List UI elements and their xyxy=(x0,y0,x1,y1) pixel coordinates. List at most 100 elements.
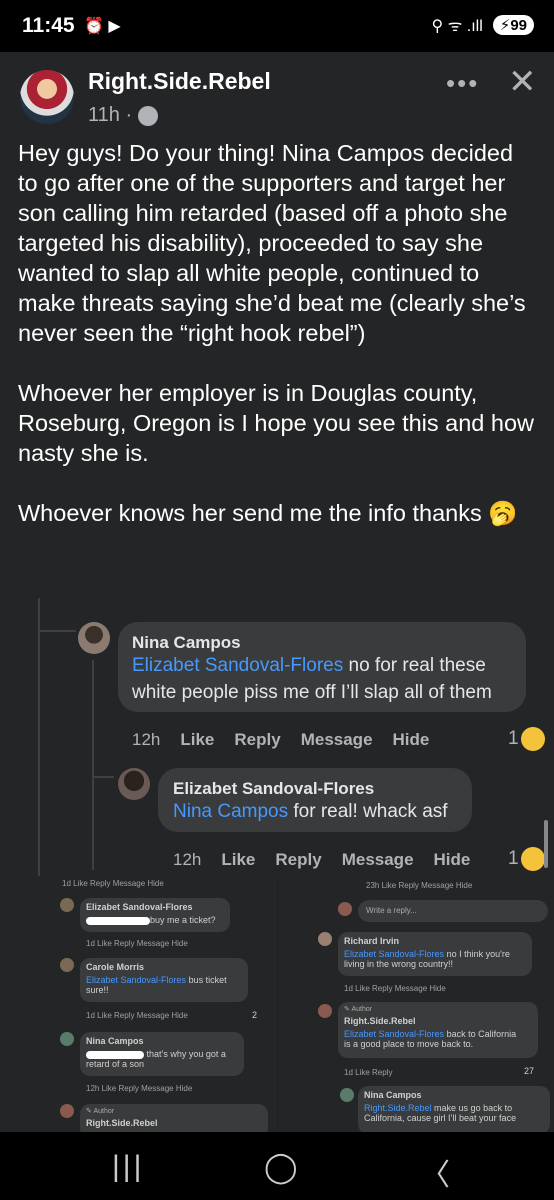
message-button[interactable]: Message xyxy=(342,850,414,870)
globe-icon xyxy=(138,105,159,126)
post-author[interactable]: Right.Side.Rebel xyxy=(88,68,271,95)
mini-badge: ✎ Author xyxy=(344,1006,373,1013)
mini-actions: 1d Like Reply Message Hide xyxy=(62,879,164,888)
signal-icons: ⚲ ᯤ .ıll xyxy=(431,18,483,35)
mini-name: Carole Morris xyxy=(86,962,145,972)
mini-avatar xyxy=(60,1032,74,1046)
mini-actions: 1d Like Reply xyxy=(344,1068,393,1077)
laugh-emoji-icon xyxy=(520,847,545,871)
mini-text-part: is a good place to move back to. xyxy=(344,1039,474,1049)
reaction-number: 1 xyxy=(508,728,519,749)
close-button[interactable]: ✕ xyxy=(508,62,537,102)
mini-text-part: that’s why you got a xyxy=(146,1049,226,1059)
mini-avatar xyxy=(338,902,352,916)
scrollbar[interactable] xyxy=(544,820,548,868)
mini-actions: 23h Like Reply Message Hide xyxy=(366,881,473,890)
reaction-count[interactable]: 1 xyxy=(508,727,545,751)
home-button[interactable]: ◯ xyxy=(264,1150,298,1185)
post-time[interactable]: 11h · xyxy=(88,104,132,127)
reaction-count[interactable]: 1 xyxy=(508,847,545,871)
comment-text: Elizabet Sandoval-Flores no for real the… xyxy=(132,652,492,706)
mini-badge-text: Author xyxy=(351,1006,373,1013)
mini-name: Elizabet Sandoval-Flores xyxy=(86,902,193,912)
reply-placeholder: Write a reply... xyxy=(366,906,417,915)
mini-name: Richard Irvin xyxy=(344,936,400,946)
mini-text: that’s why you got a retard of a son xyxy=(86,1049,226,1069)
mini-text: buy me a ticket? xyxy=(86,915,216,925)
thread-line xyxy=(38,598,40,876)
post-text: Hey guys! Do your thing! Nina Campos dec… xyxy=(18,138,538,528)
embedded-screenshots: 1d Like Reply Message Hide Elizabet Sand… xyxy=(0,876,554,1134)
reaction-number: 1 xyxy=(508,848,519,869)
mini-avatar xyxy=(318,932,332,946)
status-icons: ⚲ ᯤ .ıll ⚡99 xyxy=(432,14,534,36)
system-navigation-bar: ||| ◯ 〈 xyxy=(0,1132,554,1200)
mini-actions: 1d Like Reply Message Hide xyxy=(86,1011,188,1020)
mini-avatar xyxy=(60,958,74,972)
yawning-emoji-icon: 🥱 xyxy=(488,500,518,526)
mini-mention: Right.Side.Rebel xyxy=(364,1103,432,1113)
mini-badge: ✎ Author xyxy=(86,1108,115,1115)
left-screenshot: 1d Like Reply Message Hide Elizabet Sand… xyxy=(0,876,277,1134)
like-button[interactable]: Like xyxy=(221,850,255,870)
mention-link[interactable]: Nina Campos xyxy=(173,801,288,822)
thread-line xyxy=(92,660,94,870)
clock: 11:45 xyxy=(22,14,75,37)
mini-avatar xyxy=(60,1104,74,1118)
hide-button[interactable]: Hide xyxy=(434,850,471,870)
hide-button[interactable]: Hide xyxy=(393,730,430,750)
mini-avatar xyxy=(318,1004,332,1018)
reply-button[interactable]: Reply xyxy=(275,850,321,870)
mini-text-part: back to California xyxy=(444,1029,517,1039)
commenter-avatar[interactable] xyxy=(78,622,110,654)
mini-reactions: 27 xyxy=(524,1066,535,1076)
mini-name: Right.Side.Rebel xyxy=(86,1118,158,1128)
laugh-emoji-icon xyxy=(520,727,545,751)
comment-text-part: for real! whack asf xyxy=(288,801,448,822)
notification-icons: ⏰ ▶ xyxy=(84,18,121,35)
comment-text-part: no for real these xyxy=(343,655,486,676)
author-avatar[interactable] xyxy=(20,70,74,124)
mini-text-part: buy me a ticket? xyxy=(150,915,216,925)
comment-time: 12h xyxy=(173,850,202,869)
comment-actions: 12h Like Reply Message Hide xyxy=(132,730,429,750)
mini-text-part: sure!! xyxy=(86,985,109,995)
mini-text-part: bus ticket xyxy=(186,975,227,985)
comment-text-part: white people piss me off I’ll slap all o… xyxy=(132,682,492,703)
redaction xyxy=(86,1050,144,1059)
comment-time: 12h xyxy=(132,730,161,749)
like-button[interactable]: Like xyxy=(180,730,214,750)
comment-author[interactable]: Nina Campos xyxy=(132,633,241,653)
mini-name: Right.Side.Rebel xyxy=(344,1016,416,1026)
mini-avatar xyxy=(60,898,74,912)
post-header: Right.Side.Rebel 11h · ••• ✕ xyxy=(0,60,554,138)
mini-text-part: retard of a son xyxy=(86,1059,145,1069)
mini-mention: Elizabet Sandoval-Flores xyxy=(86,975,187,985)
post-meta: 11h · xyxy=(88,104,159,127)
mini-mention: Elizabet Sandoval-Flores xyxy=(344,949,445,959)
reply-button[interactable]: Reply xyxy=(234,730,280,750)
battery-level: 99 xyxy=(510,17,527,34)
comment-author[interactable]: Elizabet Sandoval-Flores xyxy=(173,779,374,799)
mini-text-part: living in the wrong country!! xyxy=(344,959,454,969)
post-body-text: Hey guys! Do your thing! Nina Campos dec… xyxy=(18,140,535,526)
thread-connector xyxy=(38,630,76,632)
recents-button[interactable]: ||| xyxy=(112,1150,144,1184)
mini-reactions: 2 xyxy=(252,1010,258,1020)
mini-text: Elizabet Sandoval-Flores back to Califor… xyxy=(344,1029,516,1049)
mini-text: Right.Side.Rebel make us go back to Calif… xyxy=(364,1103,516,1123)
message-button[interactable]: Message xyxy=(301,730,373,750)
back-button[interactable]: 〈 xyxy=(420,1150,450,1194)
mini-badge-text: Author xyxy=(93,1108,115,1115)
mini-mention: Elizabet Sandoval-Flores xyxy=(344,1029,445,1039)
mention-link[interactable]: Elizabet Sandoval-Flores xyxy=(132,655,343,676)
mini-text: Elizabet Sandoval-Flores bus ticket sure!… xyxy=(86,975,227,995)
more-options-button[interactable]: ••• xyxy=(446,68,479,99)
mini-actions: 1d Like Reply Message Hide xyxy=(344,984,446,993)
redaction xyxy=(86,916,150,925)
mini-actions: 12h Like Reply Message Hide xyxy=(86,1084,193,1093)
comment-actions: 12h Like Reply Message Hide xyxy=(173,850,470,870)
commenter-avatar[interactable] xyxy=(118,768,150,800)
right-screenshot: 23h Like Reply Message Hide Write a repl… xyxy=(278,876,554,1134)
mini-avatar xyxy=(340,1088,354,1102)
